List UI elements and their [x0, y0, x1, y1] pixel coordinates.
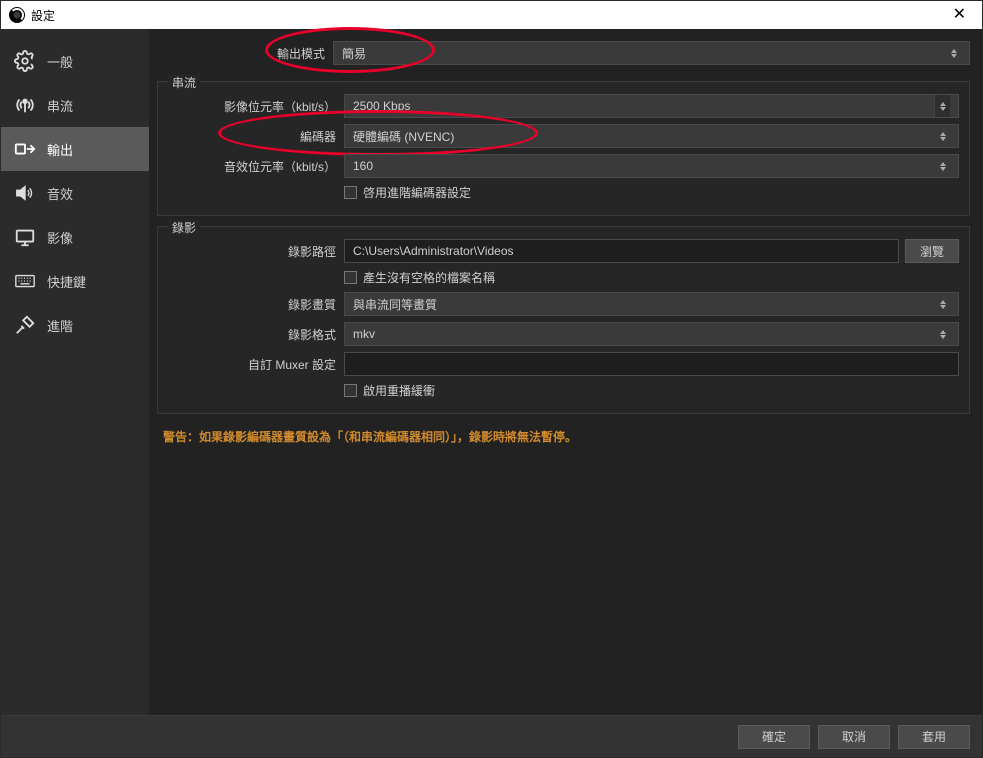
close-icon[interactable]: ✕ [945, 3, 974, 27]
replay-row: 啟用重播緩衝 [168, 382, 959, 399]
audio-bitrate-select[interactable]: 160 [344, 154, 959, 178]
encoder-select[interactable]: 硬體編碼 (NVENC) [344, 124, 959, 148]
audio-bitrate-value: 160 [353, 159, 373, 173]
sidebar-item-label: 一般 [47, 52, 73, 71]
record-path-label: 錄影路徑 [168, 243, 344, 260]
output-icon [13, 137, 37, 161]
video-bitrate-input[interactable]: 2500 Kbps [344, 94, 959, 118]
record-path-row: 錄影路徑 C:\Users\Administrator\Videos 瀏覽 [168, 239, 959, 263]
muxer-row: 自訂 Muxer 設定 [168, 352, 959, 376]
record-group: 錄影 錄影路徑 C:\Users\Administrator\Videos 瀏覽 [157, 226, 970, 414]
tools-icon [13, 313, 37, 337]
output-mode-label: 輸出模式 [157, 45, 333, 62]
chevron-updown-icon [936, 300, 950, 309]
muxer-label: 自訂 Muxer 設定 [168, 356, 344, 373]
sidebar-item-stream[interactable]: 串流 [1, 83, 149, 127]
checkbox-icon [344, 186, 357, 199]
window-title: 設定 [31, 7, 55, 24]
audio-bitrate-row: 音效位元率（kbit/s） 160 [168, 154, 959, 178]
gear-icon [13, 49, 37, 73]
record-quality-label: 錄影畫質 [168, 296, 344, 313]
settings-window: 設定 ✕ 一般 串流 輸出 [0, 0, 983, 758]
replay-buffer-checkbox[interactable]: 啟用重播緩衝 [344, 382, 435, 399]
sidebar-item-label: 輸出 [47, 140, 73, 159]
stream-group: 串流 影像位元率（kbit/s） 2500 Kbps 編碼器 硬體編碼 [157, 81, 970, 216]
speaker-icon [13, 181, 37, 205]
chevron-updown-icon [936, 162, 950, 171]
sidebar-item-hotkeys[interactable]: 快捷鍵 [1, 259, 149, 303]
nospace-row: 產生沒有空格的檔案名稱 [168, 269, 959, 286]
ok-button[interactable]: 確定 [738, 725, 810, 749]
sidebar-item-advanced[interactable]: 進階 [1, 303, 149, 347]
video-bitrate-value: 2500 Kbps [353, 99, 410, 113]
sidebar-item-output[interactable]: 輸出 [1, 127, 149, 171]
video-bitrate-row: 影像位元率（kbit/s） 2500 Kbps [168, 94, 959, 118]
antenna-icon [13, 93, 37, 117]
record-quality-value: 與串流同等畫質 [353, 296, 437, 313]
output-mode-value: 簡易 [342, 45, 366, 62]
nospace-checkbox-label: 產生沒有空格的檔案名稱 [363, 269, 495, 286]
output-mode-select[interactable]: 簡易 [333, 41, 970, 65]
encoder-row: 編碼器 硬體編碼 (NVENC) [168, 124, 959, 148]
advanced-encoder-row: 啓用進階編碼器設定 [168, 184, 959, 201]
record-format-row: 錄影格式 mkv [168, 322, 959, 346]
advanced-encoder-checkbox[interactable]: 啓用進階編碼器設定 [344, 184, 471, 201]
sidebar-item-label: 影像 [47, 228, 73, 247]
record-format-label: 錄影格式 [168, 326, 344, 343]
sidebar-item-audio[interactable]: 音效 [1, 171, 149, 215]
record-quality-select[interactable]: 與串流同等畫質 [344, 292, 959, 316]
record-path-input[interactable]: C:\Users\Administrator\Videos [344, 239, 899, 263]
checkbox-icon [344, 384, 357, 397]
encoder-value: 硬體編碼 (NVENC) [353, 128, 454, 145]
chevron-updown-icon [936, 330, 950, 339]
nospace-checkbox[interactable]: 產生沒有空格的檔案名稱 [344, 269, 495, 286]
stream-group-title: 串流 [168, 74, 200, 91]
obs-logo-icon [9, 7, 25, 23]
apply-button[interactable]: 套用 [898, 725, 970, 749]
warning-text: 警告：如果錄影編碼器畫質設為「（和串流編碼器相同）」，錄影時將無法暫停。 [157, 428, 970, 445]
keyboard-icon [13, 269, 37, 293]
sidebar-item-video[interactable]: 影像 [1, 215, 149, 259]
sidebar-item-general[interactable]: 一般 [1, 39, 149, 83]
chevron-updown-icon [936, 132, 950, 141]
footer: 確定 取消 套用 [1, 715, 982, 757]
output-mode-row: 輸出模式 簡易 [157, 41, 970, 65]
cancel-button[interactable]: 取消 [818, 725, 890, 749]
sidebar-item-label: 串流 [47, 96, 73, 115]
monitor-icon [13, 225, 37, 249]
content-area: 輸出模式 簡易 串流 影像位元率（kbit/s） 2500 Kbps [149, 29, 982, 715]
titlebar: 設定 ✕ [1, 1, 982, 29]
audio-bitrate-label: 音效位元率（kbit/s） [168, 158, 344, 175]
muxer-input[interactable] [344, 352, 959, 376]
record-group-title: 錄影 [168, 219, 200, 236]
sidebar: 一般 串流 輸出 音效 [1, 29, 149, 715]
browse-button[interactable]: 瀏覽 [905, 239, 959, 263]
record-format-value: mkv [353, 327, 375, 341]
spinner-icon [934, 95, 950, 117]
record-quality-row: 錄影畫質 與串流同等畫質 [168, 292, 959, 316]
video-bitrate-label: 影像位元率（kbit/s） [168, 98, 344, 115]
record-format-select[interactable]: mkv [344, 322, 959, 346]
encoder-label: 編碼器 [168, 128, 344, 145]
sidebar-item-label: 快捷鍵 [47, 272, 86, 291]
record-path-value: C:\Users\Administrator\Videos [353, 244, 514, 258]
sidebar-item-label: 進階 [47, 316, 73, 335]
advanced-encoder-checkbox-label: 啓用進階編碼器設定 [363, 184, 471, 201]
sidebar-item-label: 音效 [47, 184, 73, 203]
checkbox-icon [344, 271, 357, 284]
window-body: 一般 串流 輸出 音效 [1, 29, 982, 715]
chevron-updown-icon [947, 49, 961, 58]
replay-buffer-checkbox-label: 啟用重播緩衝 [363, 382, 435, 399]
